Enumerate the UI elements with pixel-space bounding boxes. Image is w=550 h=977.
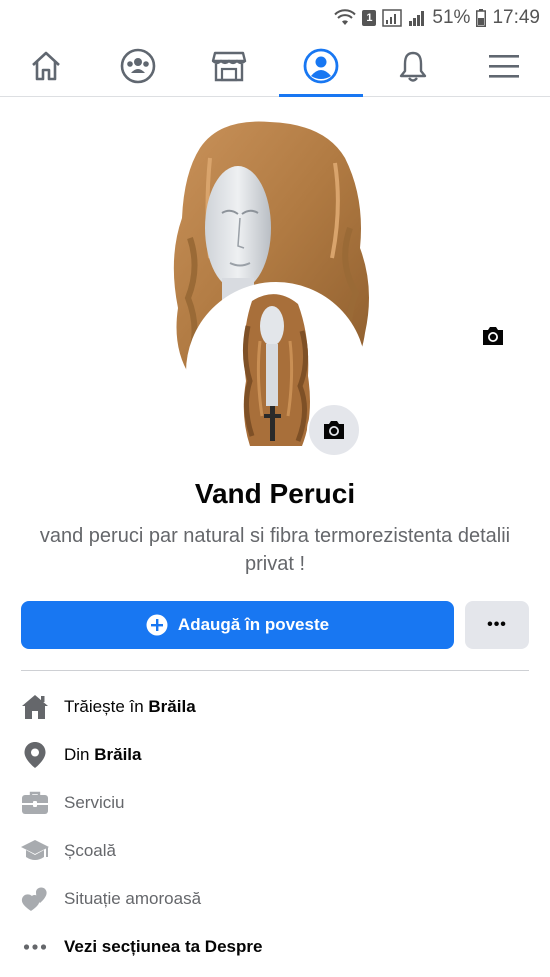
detail-relationship[interactable]: Situație amoroasă [0,875,550,923]
detail-from[interactable]: Din Brăila [0,731,550,779]
profile-details: Trăiește în Brăila Din Brăila Serviciu Ș… [0,683,550,971]
nav-groups[interactable] [92,36,184,96]
detail-work[interactable]: Serviciu [0,779,550,827]
add-to-story-button[interactable]: Adaugă în poveste [21,601,454,649]
bell-icon [399,51,426,82]
nav-profile[interactable] [275,36,367,97]
add-to-story-label: Adaugă în poveste [177,615,330,634]
hearts-icon [20,884,50,914]
hamburger-menu-icon [489,55,520,78]
sim-badge: 1 [362,10,377,26]
signal-icon-1 [382,9,403,27]
location-pin-icon [20,740,50,770]
nav-menu[interactable] [458,36,550,96]
detail-see-about[interactable]: Vezi secțiunea ta Despre [0,923,550,971]
more-options-button[interactable]: ••• [465,601,529,649]
profile-icon [303,48,339,84]
camera-icon [324,421,344,439]
wifi-icon [334,9,357,25]
lives-prefix: Trăiește în [64,697,149,716]
school-label: Școală [64,841,116,860]
more-dots-icon: ••• [487,616,507,633]
from-city[interactable]: Brăila [94,745,141,764]
status-bar: 1 51% 17:49 [0,0,550,36]
briefcase-icon [20,788,50,818]
battery-percent: 51% [432,7,471,28]
groups-icon [120,48,155,84]
relationship-label: Situație amoroasă [64,889,202,908]
cover-camera-icon[interactable] [481,325,505,347]
graduation-cap-icon [20,836,50,866]
clock: 17:49 [492,7,540,28]
profile-bio: vand peruci par natural si fibra termore… [39,525,511,575]
nav-notifications[interactable] [367,36,459,96]
top-nav-bar [0,36,550,97]
ellipsis-icon [20,932,50,962]
nav-marketplace[interactable] [183,36,275,96]
battery-icon [476,9,487,27]
home-icon [31,51,60,81]
nav-home[interactable] [0,36,92,96]
plus-circle-icon [146,614,168,636]
house-icon [20,692,50,722]
profile-name: Vand Peruci [194,478,356,509]
divider [21,670,529,671]
see-about-label: Vezi secțiunea ta Despre [64,937,263,956]
signal-icon-2 [409,11,425,26]
from-prefix: Din [64,745,95,764]
lives-city[interactable]: Brăila [148,697,195,716]
detail-lives-in[interactable]: Trăiește în Brăila [0,683,550,731]
marketplace-icon [211,51,247,82]
work-label: Serviciu [64,793,125,812]
detail-school[interactable]: Școală [0,827,550,875]
profile-camera-button[interactable] [307,403,361,457]
